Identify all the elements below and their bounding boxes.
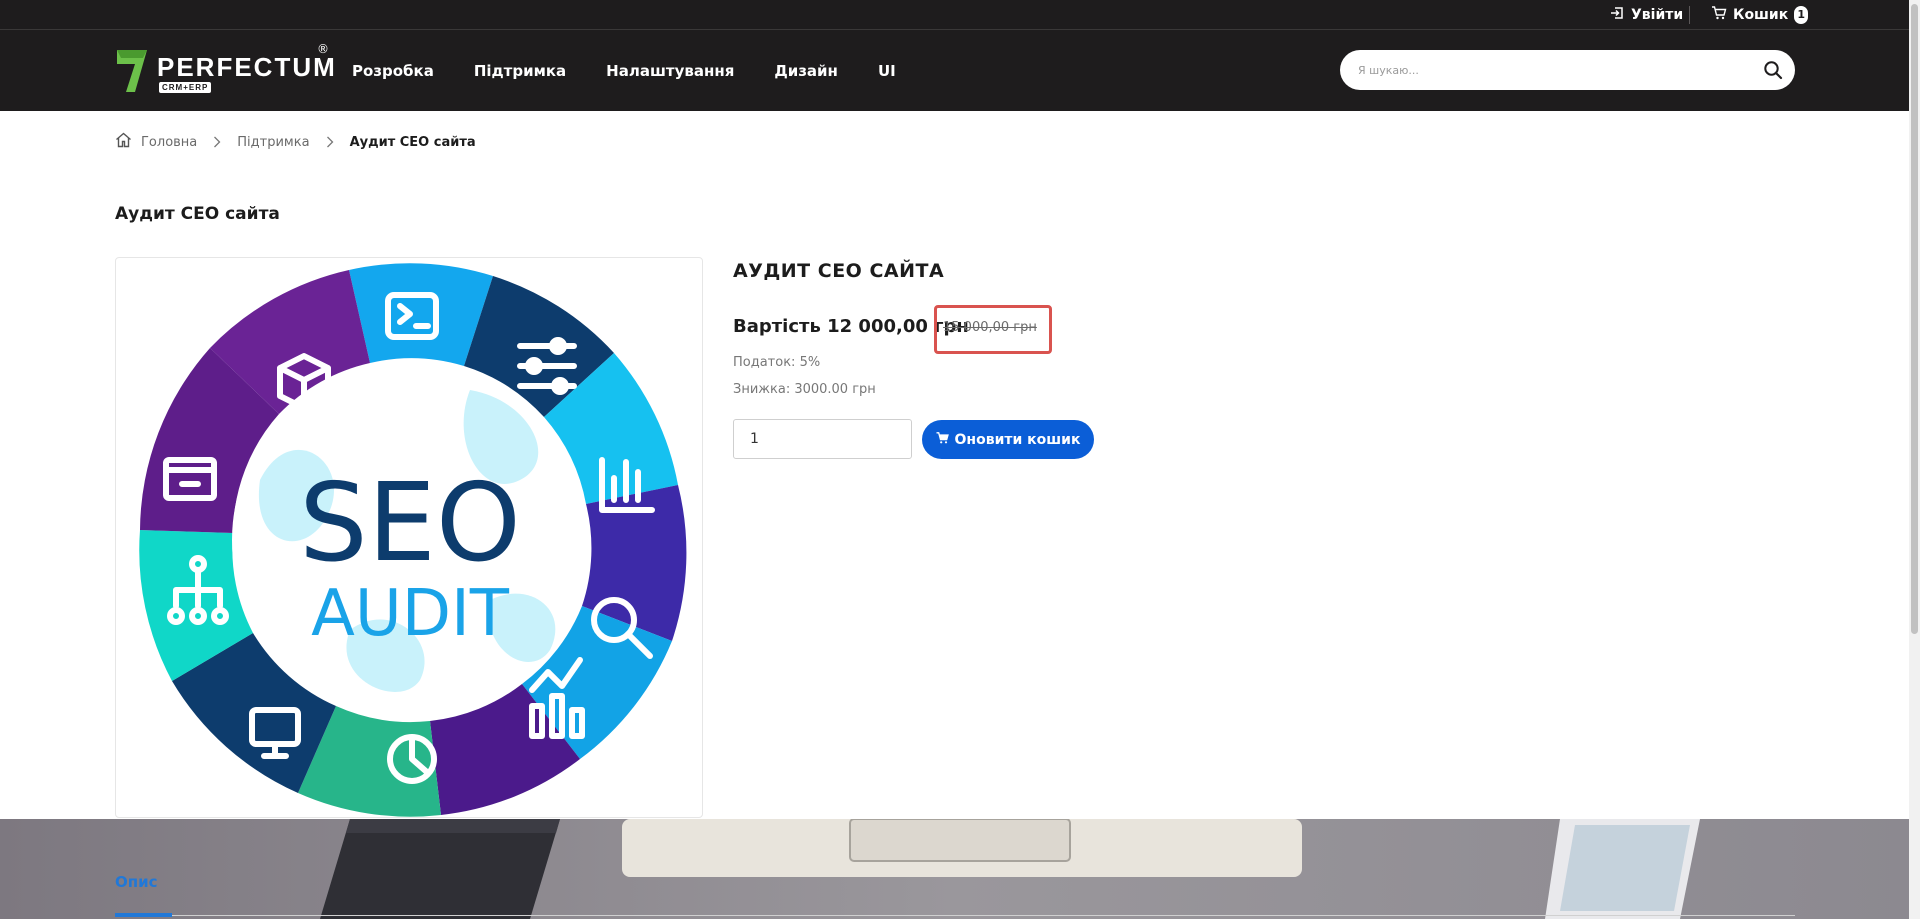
page-scrollbar[interactable]: [1909, 0, 1920, 919]
page-title: Аудит СЕО сайта: [115, 204, 280, 224]
login-icon: [1610, 6, 1624, 24]
main-nav: Розробка Підтримка Налаштування Дизайн U…: [352, 30, 896, 111]
nav-item-support[interactable]: Підтримка: [474, 62, 566, 80]
nav-item-development[interactable]: Розробка: [352, 62, 434, 80]
breadcrumb: Головна Підтримка Аудит СЕО сайта: [115, 131, 476, 153]
cart-count-badge: 1: [1794, 6, 1809, 24]
breadcrumb-support[interactable]: Підтримка: [237, 135, 309, 150]
logo-registered: ®: [317, 42, 329, 56]
nav-item-settings[interactable]: Налаштування: [606, 62, 734, 80]
cart-icon: [1711, 6, 1727, 24]
quantity-input[interactable]: [733, 419, 912, 459]
page: Увійти Кошик 1 PERFECTUM ® CRM+ERP Розро…: [0, 0, 1909, 919]
desk-photo: [0, 819, 1909, 919]
search-input[interactable]: [1358, 50, 1738, 90]
chevron-right-icon: [213, 136, 221, 148]
logo-subtitle: CRM+ERP: [159, 82, 212, 93]
topbar-divider: [1689, 6, 1690, 24]
login-link[interactable]: Увійти: [1610, 6, 1683, 24]
breadcrumb-home[interactable]: Головна: [115, 132, 197, 152]
search-box: [1340, 50, 1795, 90]
logo-mark-icon: [117, 50, 147, 92]
product-image[interactable]: SEO AUDIT: [115, 257, 703, 818]
nav-item-design[interactable]: Дизайн: [774, 62, 838, 80]
main-header: PERFECTUM ® CRM+ERP Розробка Підтримка Н…: [0, 30, 1909, 111]
top-bar: Увійти Кошик 1: [0, 0, 1909, 30]
discount-info: Знижка: 3000.00 грн: [733, 382, 876, 397]
cart-icon: [936, 431, 949, 448]
scrollbar-thumb[interactable]: [1911, 4, 1918, 634]
tab-active-indicator: [115, 913, 172, 917]
cart-label: Кошик: [1733, 7, 1789, 23]
old-price: 15 000,00 грн: [943, 320, 1037, 335]
price-row: Вартість 12 000,00 грн 15 000,00 грн: [733, 305, 1052, 354]
breadcrumb-current: Аудит СЕО сайта: [349, 134, 476, 150]
tab-description[interactable]: Опис: [115, 873, 158, 891]
chevron-right-icon: [326, 136, 334, 148]
search-icon[interactable]: [1763, 60, 1783, 80]
image-text-seo: SEO: [299, 461, 521, 586]
background-photo-band: [0, 819, 1909, 919]
nav-item-ui[interactable]: UI: [878, 62, 896, 80]
image-text-audit: AUDIT: [311, 577, 510, 651]
update-cart-label: Оновити кошик: [954, 431, 1081, 448]
product-title: АУДИТ СЕО САЙТА: [733, 260, 945, 282]
home-icon: [115, 132, 132, 152]
logo[interactable]: PERFECTUM ® CRM+ERP: [115, 42, 335, 96]
tax-info: Податок: 5%: [733, 355, 821, 370]
cart-link[interactable]: Кошик 1: [1711, 6, 1809, 24]
seo-audit-illustration: SEO AUDIT: [139, 263, 687, 817]
logo-text: PERFECTUM: [157, 52, 337, 82]
update-cart-button[interactable]: Оновити кошик: [922, 420, 1094, 459]
tabs-divider: [115, 915, 1795, 916]
login-label: Увійти: [1631, 7, 1684, 23]
breadcrumb-home-label: Головна: [141, 134, 198, 150]
